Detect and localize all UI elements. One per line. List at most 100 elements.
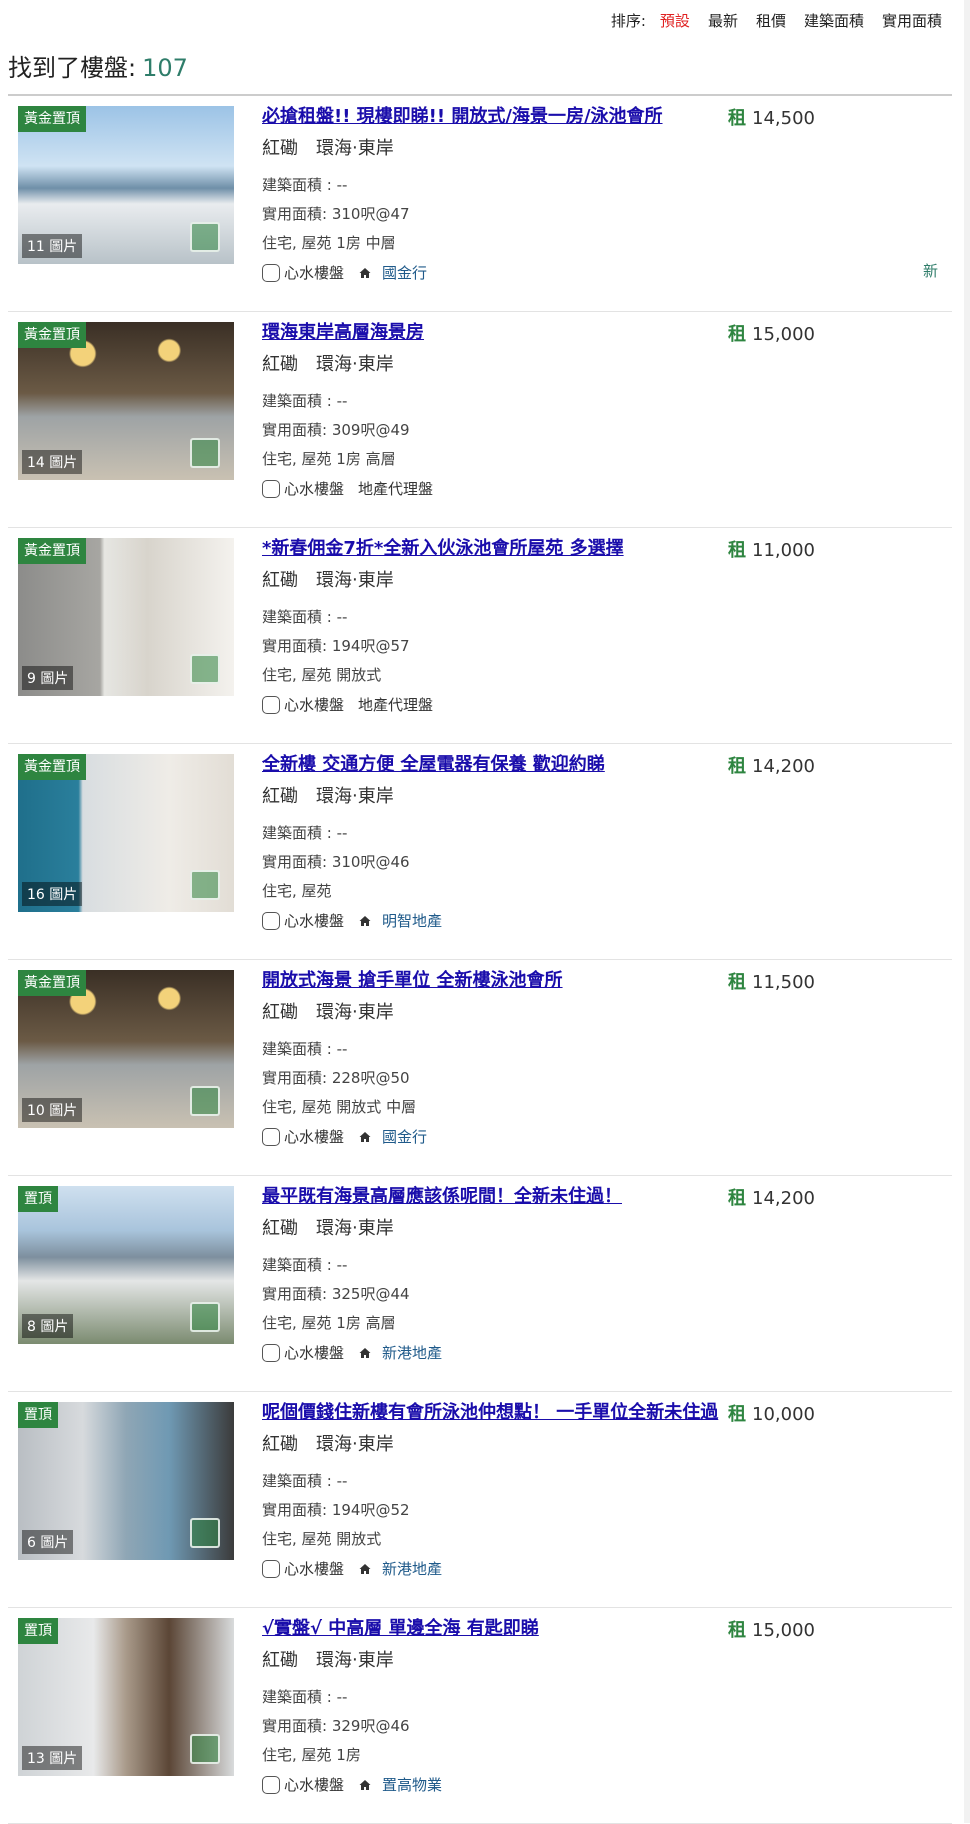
agent-name[interactable]: 置高物業 [382, 1774, 442, 1795]
favorite-label[interactable]: 心水樓盤 [284, 1774, 344, 1795]
favorite-checkbox[interactable] [262, 1343, 280, 1362]
property-type: 住宅, 屋苑 [262, 882, 332, 900]
listing-row[interactable]: 黃金置頂 9 圖片 *新春佣金7折*全新入伙泳池會所屋苑 多選擇 紅磡 環海‧東岸… [8, 528, 952, 744]
results-label: 找到了樓盤: [8, 54, 137, 82]
listing-title-link[interactable]: 最平既有海景高層應該係呢間！全新未住過！ [262, 1182, 722, 1208]
favorite-label[interactable]: 心水樓盤 [284, 910, 344, 931]
favorite-label[interactable]: 心水樓盤 [284, 1126, 344, 1147]
listing-photo[interactable]: 黃金置頂 10 圖片 [18, 970, 234, 1128]
net-area: 實用面積: 325呎@44 [262, 1285, 410, 1303]
listing-row[interactable]: 置頂 8 圖片 最平既有海景高層應該係呢間！全新未住過！ 紅磡 環海‧東岸 建築面… [8, 1176, 952, 1392]
photo-count: 13 圖片 [22, 1746, 83, 1770]
scrollbar[interactable] [964, 0, 970, 1823]
listing-footer: 心水樓盤 國金行 [262, 262, 427, 283]
agent-name[interactable]: 新港地產 [382, 1558, 442, 1579]
favorite-label[interactable]: 心水樓盤 [284, 262, 344, 283]
listing-photo[interactable]: 置頂 13 圖片 [18, 1618, 234, 1776]
listing-title-link[interactable]: 全新樓 交通方便 全屋電器有保養 歡迎約睇 [262, 750, 722, 776]
district: 紅磡 [262, 1650, 298, 1671]
new-badge: 新 [922, 262, 938, 280]
favorite-checkbox[interactable] [262, 1127, 280, 1146]
agent-name[interactable]: 國金行 [382, 262, 427, 283]
listing-location: 紅磡 環海‧東岸 [262, 134, 394, 160]
listing-price: 租 11,000 [728, 536, 815, 562]
listing-title-link[interactable]: 呢個價錢住新樓有會所泳池仲想點！ 一手單位全新未住過 [262, 1398, 722, 1424]
net-area: 實用面積: 194呎@57 [262, 637, 410, 655]
listing-row[interactable]: 置頂 13 圖片 √實盤√ 中高層 單邊全海 有匙即睇 紅磡 環海‧東岸 建築面積… [8, 1608, 952, 1824]
sort-option-net-area[interactable]: 實用面積 [882, 10, 942, 31]
listing-title-link[interactable]: 必搶租盤!! 現樓即睇!! 開放式/海景一房/泳池會所 [262, 102, 722, 128]
gross-area: 建築面積 : -- [262, 392, 348, 410]
favorite-label[interactable]: 心水樓盤 [284, 1558, 344, 1579]
listing-row[interactable]: 黃金置頂 16 圖片 全新樓 交通方便 全屋電器有保養 歡迎約睇 紅磡 環海‧東岸… [8, 744, 952, 960]
listing-title-link[interactable]: √實盤√ 中高層 單邊全海 有匙即睇 [262, 1614, 722, 1640]
property-type: 住宅, 屋苑 開放式 中層 [262, 1098, 417, 1116]
favorite-label[interactable]: 心水樓盤 [284, 1342, 344, 1363]
listing-title-link[interactable]: 開放式海景 搶手單位 全新樓泳池會所 [262, 966, 722, 992]
gross-area: 建築面積 : -- [262, 176, 348, 194]
agent-name[interactable]: 國金行 [382, 1126, 427, 1147]
district: 紅磡 [262, 786, 298, 807]
listing-row[interactable]: 黃金置頂 14 圖片 環海東岸高層海景房 紅磡 環海‧東岸 建築面積 : -- 實… [8, 312, 952, 528]
price-amount: 14,200 [752, 756, 815, 777]
agent-name[interactable]: 新港地產 [382, 1342, 442, 1363]
listing-list: 黃金置頂 11 圖片 必搶租盤!! 現樓即睇!! 開放式/海景一房/泳池會所 紅… [8, 96, 952, 1824]
photo-count: 8 圖片 [22, 1314, 74, 1338]
gross-area: 建築面積 : -- [262, 1256, 348, 1274]
net-area: 實用面積: 329呎@46 [262, 1717, 410, 1735]
estate: 環海‧東岸 [316, 138, 394, 159]
favorite-checkbox[interactable] [262, 911, 280, 930]
listing-title-link[interactable]: *新春佣金7折*全新入伙泳池會所屋苑 多選擇 [262, 534, 722, 560]
listing-photo[interactable]: 黃金置頂 9 圖片 [18, 538, 234, 696]
rent-label: 租 [728, 1404, 746, 1425]
photo-count: 11 圖片 [22, 234, 83, 258]
property-type: 住宅, 屋苑 1房 [262, 1746, 361, 1764]
sort-label: 排序: [610, 11, 646, 30]
watermark-logo-icon [190, 870, 220, 900]
favorite-checkbox[interactable] [262, 479, 280, 498]
results-count: 找到了樓盤: 107 [8, 48, 188, 83]
sort-option-default[interactable]: 預設 [660, 10, 690, 31]
favorite-label[interactable]: 心水樓盤 [284, 694, 344, 715]
rent-label: 租 [728, 108, 746, 129]
favorite-checkbox[interactable] [262, 263, 280, 282]
listing-price: 租 14,500 [728, 104, 815, 130]
sort-option-rent[interactable]: 租價 [756, 10, 786, 31]
listing-price: 租 15,000 [728, 320, 815, 346]
net-area: 實用面積: 228呎@50 [262, 1069, 410, 1087]
listing-photo[interactable]: 置頂 8 圖片 [18, 1186, 234, 1344]
listing-row[interactable]: 黃金置頂 11 圖片 必搶租盤!! 現樓即睇!! 開放式/海景一房/泳池會所 紅… [8, 96, 952, 312]
favorite-checkbox[interactable] [262, 1559, 280, 1578]
favorite-checkbox[interactable] [262, 1775, 280, 1794]
price-amount: 15,000 [752, 1620, 815, 1641]
price-amount: 15,000 [752, 324, 815, 345]
estate: 環海‧東岸 [316, 1434, 394, 1455]
listing-location: 紅磡 環海‧東岸 [262, 998, 394, 1024]
agent-name[interactable]: 明智地產 [382, 910, 442, 931]
listing-title-link[interactable]: 環海東岸高層海景房 [262, 318, 722, 344]
rent-label: 租 [728, 972, 746, 993]
listing-row[interactable]: 黃金置頂 10 圖片 開放式海景 搶手單位 全新樓泳池會所 紅磡 環海‧東岸 建築… [8, 960, 952, 1176]
listing-footer: 心水樓盤 國金行 [262, 1126, 427, 1147]
top-badge: 置頂 [18, 1618, 58, 1644]
favorite-checkbox[interactable] [262, 695, 280, 714]
listing-row[interactable]: 置頂 6 圖片 呢個價錢住新樓有會所泳池仲想點！ 一手單位全新未住過 紅磡 環海‧… [8, 1392, 952, 1608]
watermark-logo-icon [190, 654, 220, 684]
favorite-label[interactable]: 心水樓盤 [284, 478, 344, 499]
house-icon [359, 1131, 371, 1142]
listing-photo[interactable]: 置頂 6 圖片 [18, 1402, 234, 1560]
property-type: 住宅, 屋苑 開放式 [262, 1530, 382, 1548]
listing-page: 排序: 預設 最新 租價 建築面積 實用面積 找到了樓盤: 107 黃金置頂 11… [0, 0, 970, 1824]
net-area: 實用面積: 309呎@49 [262, 421, 410, 439]
watermark-logo-icon [190, 438, 220, 468]
rent-label: 租 [728, 1188, 746, 1209]
listing-photo[interactable]: 黃金置頂 14 圖片 [18, 322, 234, 480]
price-amount: 11,500 [752, 972, 815, 993]
district: 紅磡 [262, 1218, 298, 1239]
sort-option-gross-area[interactable]: 建築面積 [804, 10, 864, 31]
results-number: 107 [142, 54, 188, 82]
listing-photo[interactable]: 黃金置頂 11 圖片 [18, 106, 234, 264]
listing-photo[interactable]: 黃金置頂 16 圖片 [18, 754, 234, 912]
sort-option-latest[interactable]: 最新 [708, 10, 738, 31]
property-type: 住宅, 屋苑 1房 高層 [262, 1314, 396, 1332]
